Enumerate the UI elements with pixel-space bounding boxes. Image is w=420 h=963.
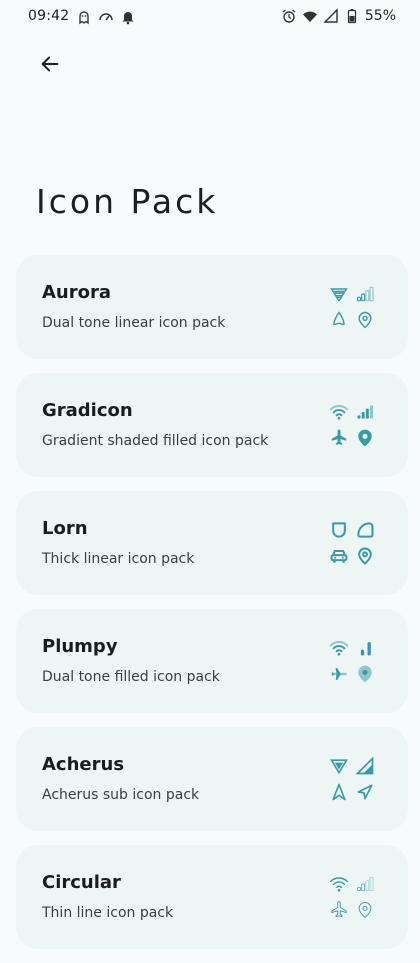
wifi-icon: [326, 753, 352, 779]
icon-pack-card-aurora[interactable]: Aurora Dual tone linear icon pack: [16, 255, 408, 359]
location-icon: [352, 897, 378, 923]
signal-icon: [352, 281, 378, 307]
icon-pack-name: Acherus: [42, 754, 125, 775]
signal-icon: [352, 635, 378, 661]
icon-pack-description: Thin line icon pack: [42, 905, 174, 921]
airplane-icon: [326, 661, 352, 687]
ghost-icon: [79, 11, 89, 25]
icon-pack-description: Dual tone filled icon pack: [42, 669, 220, 685]
icon-pack-card-plumpy[interactable]: Plumpy Dual tone filled icon pack: [16, 609, 408, 713]
battery-icon: [347, 9, 357, 24]
location-icon: [352, 543, 378, 569]
icon-pack-description: Gradient shaded filled icon pack: [42, 433, 269, 449]
wifi-icon: [326, 399, 352, 425]
location-icon: [352, 307, 378, 333]
status-bar: 09:42 55%: [0, 0, 420, 34]
signal-icon: [352, 399, 378, 425]
icon-pack-card-acherus[interactable]: Acherus Acherus sub icon pack: [16, 727, 408, 831]
blob-icon: [352, 517, 378, 543]
back-button[interactable]: [34, 48, 66, 80]
location-icon: [352, 661, 378, 687]
icon-pack-name: Gradicon: [42, 400, 133, 421]
airplane-icon: [326, 897, 352, 923]
icon-pack-preview: [326, 635, 378, 687]
alarm-icon: [282, 9, 296, 23]
page-title: Icon Pack: [36, 182, 219, 222]
airplane-icon: [326, 779, 352, 805]
icon-pack-preview: [326, 281, 378, 333]
status-left-icons: [76, 9, 136, 25]
wifi-icon: [326, 871, 352, 897]
speed-icon: [99, 13, 113, 21]
shield-icon: [326, 517, 352, 543]
icon-pack-preview: [326, 517, 378, 569]
icon-pack-card-circular[interactable]: Circular Thin line icon pack: [16, 845, 408, 949]
icon-pack-description: Acherus sub icon pack: [42, 787, 200, 803]
icon-pack-name: Plumpy: [42, 636, 118, 657]
wifi-icon: [326, 635, 352, 661]
arrow-left-icon: [41, 56, 59, 72]
airplane-icon: [326, 307, 352, 333]
icon-pack-name: Aurora: [42, 282, 112, 303]
icon-pack-name: Circular: [42, 872, 121, 893]
icon-pack-card-lorn[interactable]: Lorn Thick linear icon pack: [16, 491, 408, 595]
location-icon: [352, 779, 378, 805]
wifi-icon: [302, 11, 317, 22]
icon-pack-preview: [326, 399, 378, 451]
icon-pack-preview: [326, 753, 378, 805]
battery-percent: 55%: [364, 8, 396, 24]
icon-pack-card-gradicon[interactable]: Gradicon Gradient shaded filled icon pack: [16, 373, 408, 477]
signal-icon: [352, 753, 378, 779]
signal-icon: [323, 8, 338, 23]
wifi-icon: [326, 281, 352, 307]
icon-pack-description: Dual tone linear icon pack: [42, 315, 226, 331]
signal-icon: [352, 871, 378, 897]
status-right-icons: 55%: [281, 8, 396, 24]
location-icon: [352, 425, 378, 451]
notification-bell-icon: [122, 12, 134, 25]
car-icon: [326, 543, 352, 569]
airplane-icon: [326, 425, 352, 451]
icon-pack-name: Lorn: [42, 518, 88, 539]
icon-pack-list: Aurora Dual tone linear icon pack Gradicon…: [16, 255, 408, 963]
icon-pack-preview: [326, 871, 378, 923]
status-time: 09:42: [28, 8, 70, 24]
icon-pack-description: Thick linear icon pack: [42, 551, 195, 567]
